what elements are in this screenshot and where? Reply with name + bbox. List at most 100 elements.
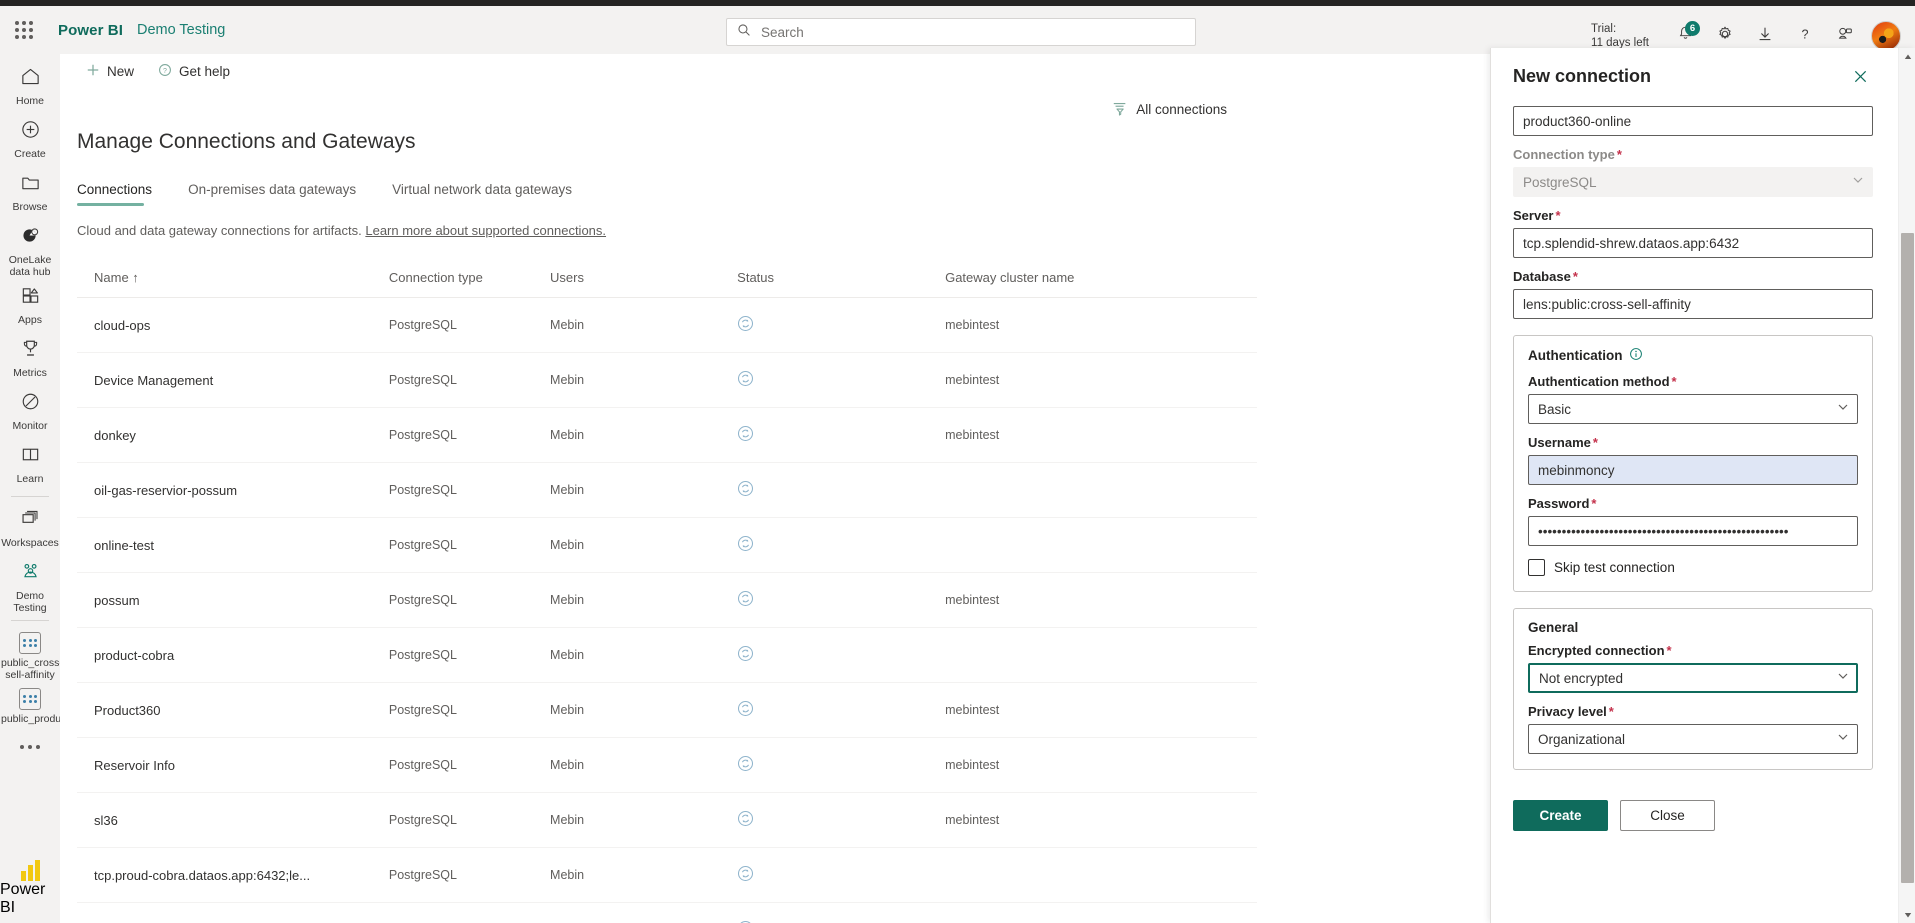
table-row[interactable]: Device Management PostgreSQL Mebin mebintes… xyxy=(77,352,1257,408)
monitor-icon xyxy=(20,391,41,417)
sidebar-item-demo-testing[interactable]: Demo Testing xyxy=(1,555,59,614)
encrypted-connection-select[interactable]: Not encrypted xyxy=(1528,663,1858,693)
cell-name[interactable]: online-test xyxy=(77,517,389,573)
privacy-level-select[interactable]: Organizational xyxy=(1528,724,1858,754)
sync-refresh-icon xyxy=(737,865,754,885)
column-header-status[interactable]: Status xyxy=(737,260,946,298)
sidebar-item-label: Learn xyxy=(16,473,44,485)
cell-name[interactable]: donkey xyxy=(77,407,389,463)
close-panel-button[interactable] xyxy=(1847,66,1873,92)
get-help-button[interactable]: ? Get help xyxy=(149,58,239,85)
connection-name-input[interactable] xyxy=(1513,106,1873,136)
cell-name[interactable]: product-cobra xyxy=(77,627,389,683)
auth-method-select[interactable]: Basic xyxy=(1528,394,1858,424)
cell-name[interactable]: oil-gas-reservior-possum xyxy=(77,462,389,518)
dataset-icon xyxy=(19,632,41,654)
sync-refresh-icon xyxy=(737,590,754,610)
table-row[interactable]: tcp.proud-cobra.dataos.app:6432;le... Pos… xyxy=(77,847,1257,903)
sidebar-item-learn[interactable]: Learn xyxy=(1,438,59,490)
database-input[interactable] xyxy=(1513,289,1873,319)
home-icon xyxy=(20,66,41,92)
required-marker: * xyxy=(1671,374,1677,389)
cell-name[interactable]: sl36 xyxy=(77,792,389,848)
table-row[interactable]: Product360 PostgreSQL Mebin mebintest xyxy=(77,682,1257,738)
workspace-breadcrumb[interactable]: Demo Testing xyxy=(137,22,225,38)
cell-name[interactable]: Reservoir Info xyxy=(77,737,389,793)
cell-users: Mebin xyxy=(550,572,738,628)
sidebar-item-create[interactable]: Create xyxy=(1,113,59,165)
sidebar-item-onelake-data-hub[interactable]: OneLake data hub xyxy=(1,219,59,278)
cell-name[interactable]: Device Management xyxy=(77,352,389,408)
column-header-connection-type[interactable]: Connection type xyxy=(388,260,551,298)
column-header-name[interactable]: Name ↑ xyxy=(77,260,389,298)
tab-virtual-network-data-gateways[interactable]: Virtual network data gateways xyxy=(392,176,586,206)
sidebar-more-options-button[interactable] xyxy=(20,735,40,759)
table-row[interactable]: Reservoir Info PostgreSQL Mebin mebintest xyxy=(77,737,1257,793)
search-input[interactable] xyxy=(759,23,1185,41)
new-button[interactable]: New xyxy=(77,58,143,85)
close-button[interactable]: Close xyxy=(1620,800,1715,831)
tab-on-premises-data-gateways[interactable]: On-premises data gateways xyxy=(188,176,370,206)
password-label: Password * xyxy=(1528,496,1858,511)
sidebar-item-public-cross-sell-affinity[interactable]: public_cross-sell-affinity xyxy=(1,626,60,681)
column-header-gateway-cluster-name[interactable]: Gateway cluster name xyxy=(945,260,1257,298)
cell-status xyxy=(737,297,946,353)
table-row[interactable]: product-cobra PostgreSQL Mebin xyxy=(77,627,1257,683)
tab-connections[interactable]: Connections xyxy=(77,176,166,206)
all-connections-filter-button[interactable]: All connections xyxy=(1102,94,1237,125)
table-row[interactable]: donkey PostgreSQL Mebin mebintest xyxy=(77,407,1257,463)
scroll-down-arrow[interactable] xyxy=(1899,906,1915,923)
sidebar-item-public-product360[interactable]: public_product360 xyxy=(1,682,60,734)
search-box[interactable] xyxy=(726,18,1196,46)
table-row[interactable]: oil-gas-reservior-possum PostgreSQL Mebin xyxy=(77,462,1257,518)
sidebar-item-label: Home xyxy=(15,95,44,107)
settings-gear-icon xyxy=(1716,25,1734,48)
info-icon[interactable] xyxy=(1629,347,1643,364)
sidebar-item-home[interactable]: Home xyxy=(1,60,59,112)
sidebar-item-label: Metrics xyxy=(13,367,47,379)
supported-connections-link[interactable]: Learn more about supported connections. xyxy=(365,223,606,238)
skip-test-connection-row[interactable]: Skip test connection xyxy=(1528,559,1858,576)
cell-name[interactable]: tcp.proud-cobra.dataos.app:6432;le... xyxy=(77,847,389,903)
server-label-text: Server xyxy=(1513,208,1554,223)
cell-name[interactable]: cloud-ops xyxy=(77,297,389,353)
table-header: Name ↑ Connection type Users Status Gate… xyxy=(77,260,1257,298)
new-connection-form: New connection Connection type* PostgreS… xyxy=(1491,48,1895,923)
sidebar-item-browse[interactable]: Browse xyxy=(1,166,59,218)
sidebar-powerbi-footer[interactable]: Power BI xyxy=(0,860,60,917)
cell-name[interactable]: possum xyxy=(77,572,389,628)
table-row[interactable]: sl36 PostgreSQL Mebin mebintest xyxy=(77,792,1257,848)
password-input[interactable] xyxy=(1528,516,1858,546)
cell-users: Mebin xyxy=(550,297,738,353)
cell-gateway-cluster-name xyxy=(945,517,1257,573)
table-row[interactable]: tcp.splendid-shrew.dataos.app:6432;...Po… xyxy=(77,902,1257,923)
table-row[interactable]: cloud-ops PostgreSQL Mebin mebintest xyxy=(77,297,1257,353)
sidebar-item-metrics[interactable]: Metrics xyxy=(1,332,59,384)
scroll-up-arrow[interactable] xyxy=(1899,48,1915,65)
sidebar-item-apps[interactable]: Apps xyxy=(1,279,59,331)
cell-users: Mebin xyxy=(550,792,738,848)
cell-connection-type: PostgreSQL xyxy=(388,407,551,463)
app-launcher-button[interactable] xyxy=(0,6,48,54)
cell-name[interactable]: Product360 xyxy=(77,682,389,738)
connection-type-field: Connection type * PostgreSQL xyxy=(1513,147,1873,197)
user-avatar[interactable] xyxy=(1871,21,1901,51)
column-header-users[interactable]: Users xyxy=(550,260,738,298)
cell-status xyxy=(737,407,946,463)
server-input[interactable] xyxy=(1513,228,1873,258)
cell-gateway-cluster-name xyxy=(945,902,1257,923)
brand-title[interactable]: Power BI xyxy=(58,22,123,39)
sidebar-item-workspaces[interactable]: Workspaces xyxy=(1,502,59,554)
create-button[interactable]: Create xyxy=(1513,800,1608,831)
username-input[interactable] xyxy=(1528,455,1858,485)
panel-scrollbar-thumb[interactable] xyxy=(1901,233,1914,883)
table-row[interactable]: online-test PostgreSQL Mebin xyxy=(77,517,1257,573)
cell-name[interactable]: tcp.splendid-shrew.dataos.app:6432;... xyxy=(77,902,389,923)
skip-test-connection-checkbox[interactable] xyxy=(1528,559,1545,576)
required-marker: * xyxy=(1592,435,1598,450)
panel-scrollbar[interactable] xyxy=(1898,48,1915,923)
sync-refresh-icon xyxy=(737,535,754,555)
app-header: Power BI Demo Testing Trial: 11 days lef… xyxy=(0,6,1915,54)
table-row[interactable]: possum PostgreSQL Mebin mebintest xyxy=(77,572,1257,628)
sidebar-item-monitor[interactable]: Monitor xyxy=(1,385,59,437)
